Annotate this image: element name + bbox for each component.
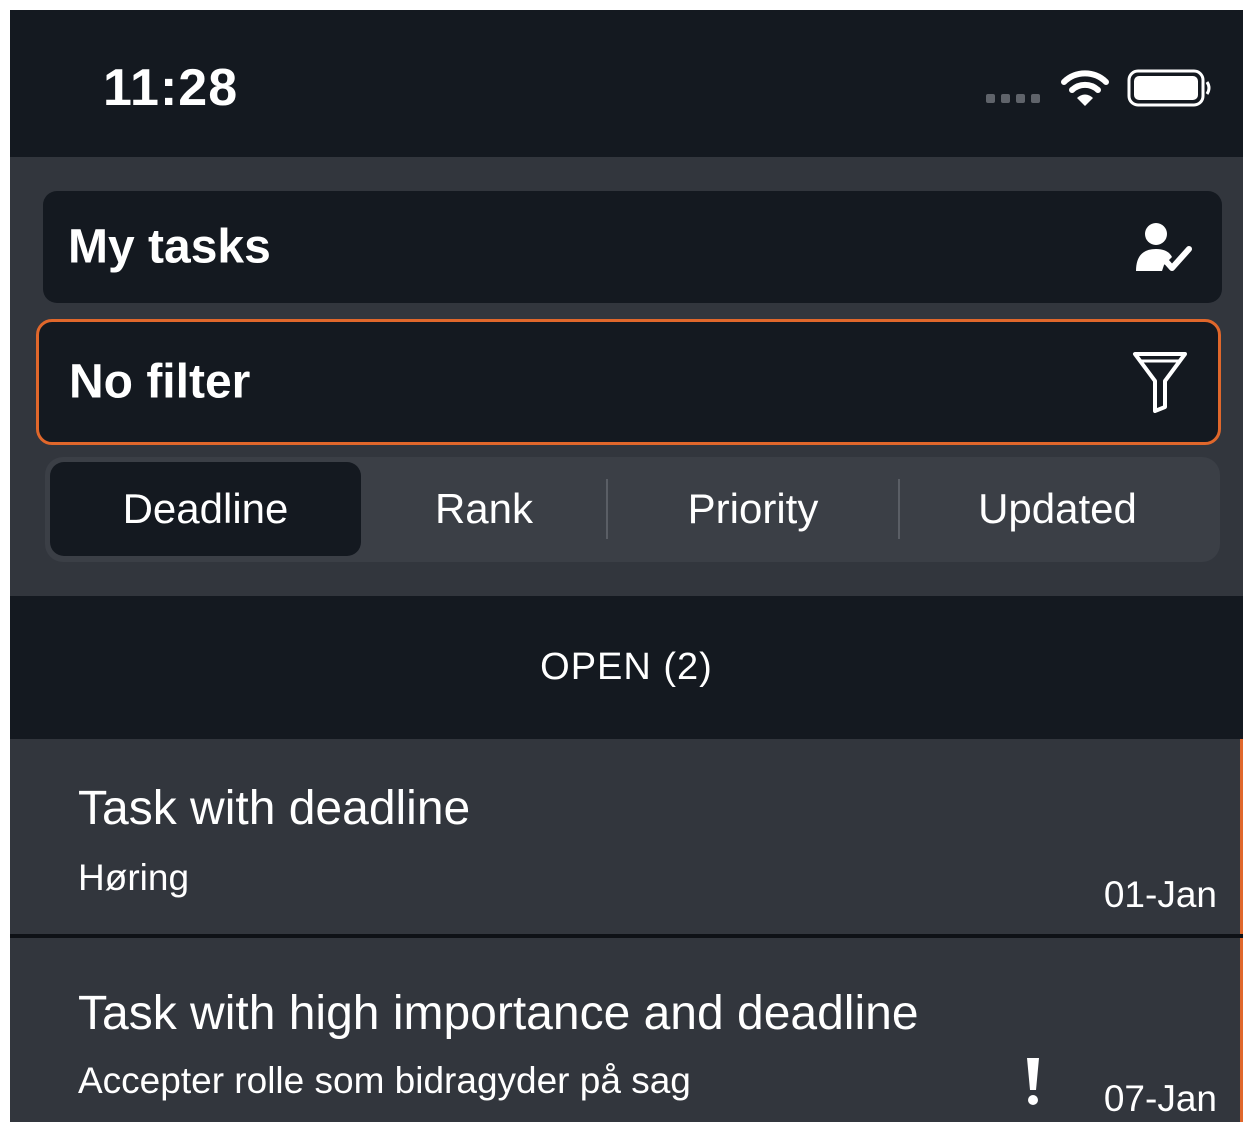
segment-updated[interactable]: Updated — [900, 462, 1215, 556]
filter-label: No filter — [69, 355, 251, 409]
task-title: Task with high importance and deadline — [78, 987, 919, 1040]
task-subtitle: Accepter rolle som bidragyder på sag — [78, 1060, 691, 1101]
task-deadline-date: 07-Jan — [1103, 1078, 1217, 1119]
section-title: OPEN (2) — [540, 646, 713, 688]
high-importance-icon — [1027, 1058, 1039, 1105]
app-screen: 11:28 My tasks No filter Deadline Rank P… — [10, 10, 1243, 1122]
task-row[interactable]: Task with high importance and deadline A… — [10, 938, 1243, 1122]
header-area: My tasks No filter Deadline Rank Priorit… — [10, 157, 1243, 596]
my-tasks-label: My tasks — [68, 220, 271, 274]
person-check-icon — [1136, 223, 1192, 271]
task-row[interactable]: Task with deadline Høring 01-Jan — [10, 739, 1243, 934]
section-header-open: OPEN (2) — [10, 596, 1243, 739]
task-subtitle: Høring — [78, 857, 190, 898]
sort-segmented-control: Deadline Rank Priority Updated — [45, 457, 1220, 562]
segment-priority[interactable]: Priority — [608, 462, 898, 556]
task-deadline-date: 01-Jan — [1103, 874, 1217, 915]
segment-rank[interactable]: Rank — [361, 462, 607, 556]
task-title: Task with deadline — [78, 782, 471, 835]
filter-selector[interactable]: No filter — [36, 319, 1221, 445]
signal-dots-icon — [986, 94, 1040, 103]
my-tasks-selector[interactable]: My tasks — [43, 191, 1222, 303]
status-time: 11:28 — [103, 59, 239, 117]
funnel-icon — [1133, 352, 1187, 413]
battery-icon — [1127, 69, 1211, 107]
status-bar: 11:28 — [10, 10, 1243, 157]
segment-deadline[interactable]: Deadline — [50, 462, 361, 556]
wifi-icon — [1061, 70, 1109, 106]
